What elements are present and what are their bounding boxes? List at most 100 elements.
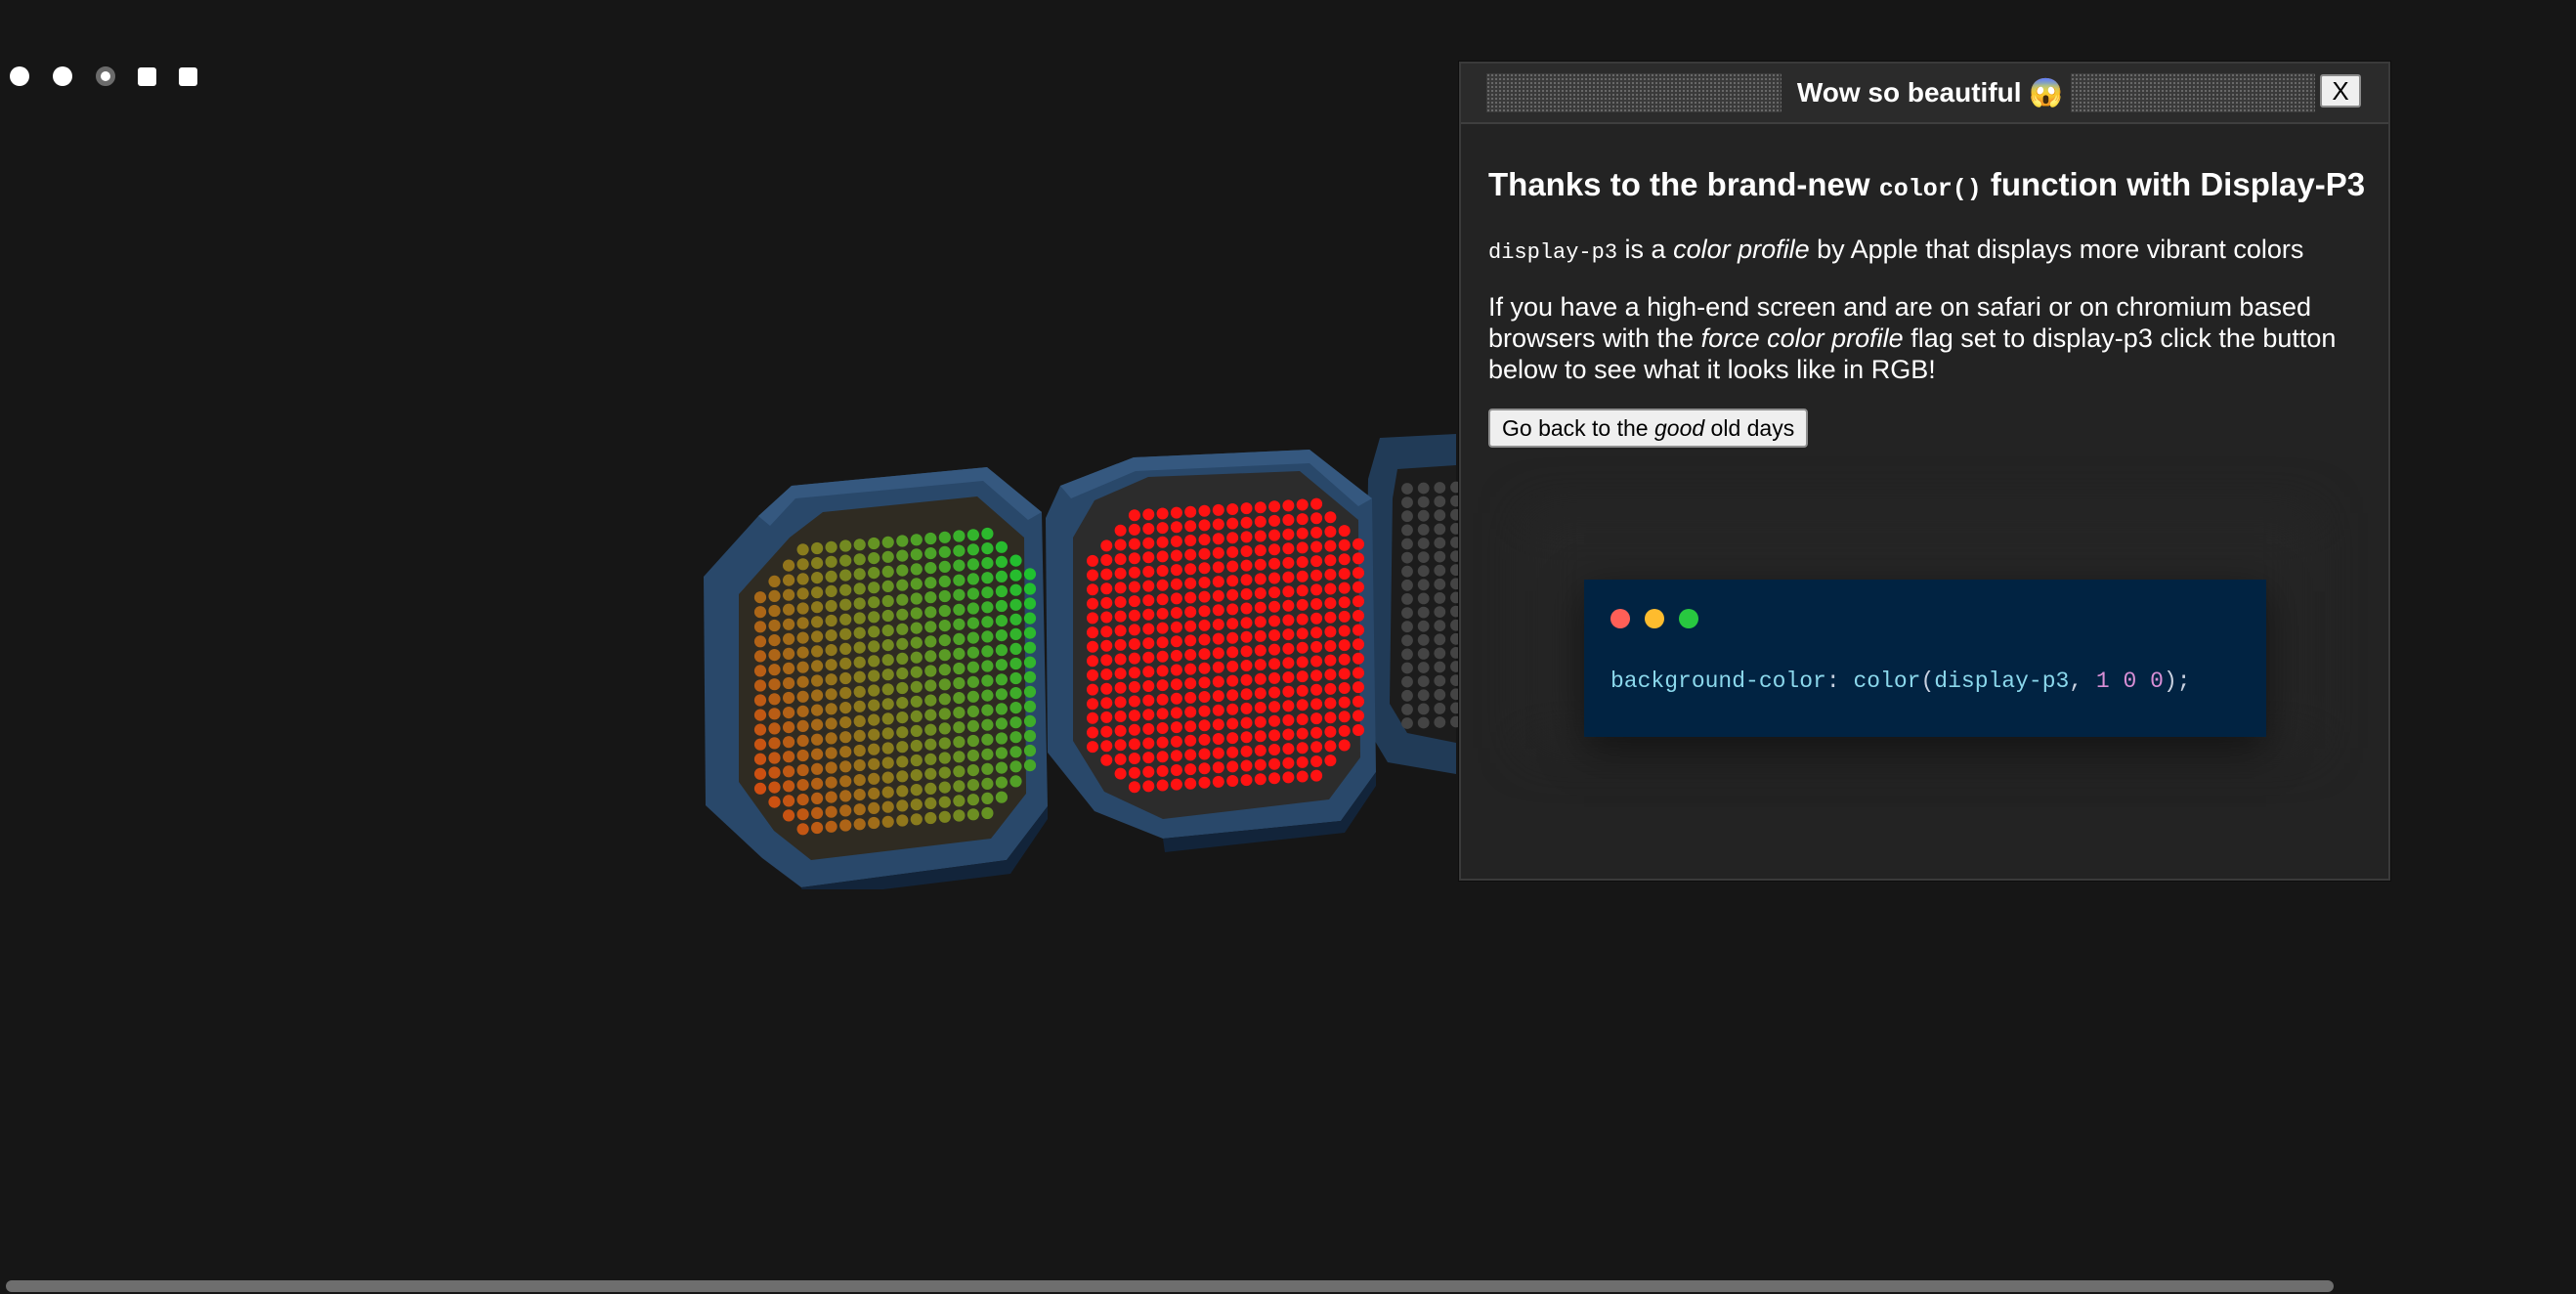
led-dot (1009, 775, 1022, 788)
led-dot (1087, 726, 1098, 739)
led-dot (1023, 656, 1037, 669)
led-dot (1401, 551, 1413, 564)
led-dot (768, 634, 781, 647)
checkbox-option-2[interactable] (179, 67, 197, 86)
led-dot (1434, 606, 1446, 618)
led-dot (1128, 738, 1140, 751)
led-dot (1184, 720, 1197, 733)
led-dot (881, 669, 894, 681)
led-dot (1128, 680, 1140, 693)
led-dot (1156, 779, 1169, 792)
led-dot (995, 717, 1008, 730)
led-dot (1310, 555, 1323, 568)
led-dot (1352, 724, 1364, 736)
led-dot (825, 659, 837, 671)
radio-option-3[interactable] (96, 66, 115, 86)
led-dot (966, 529, 979, 541)
led-dot (783, 647, 795, 660)
led-dot (1087, 569, 1098, 582)
led-dot (881, 639, 894, 652)
red-panel (1046, 450, 1376, 852)
led-dot (1128, 638, 1140, 650)
led-dot (938, 678, 951, 691)
led-dot (938, 752, 951, 764)
led-dot (995, 776, 1008, 789)
led-dot (1240, 745, 1253, 757)
led-dot (783, 707, 795, 719)
led-dot (853, 656, 866, 669)
drag-grip-right[interactable] (2071, 73, 2315, 112)
led-dot (1009, 657, 1022, 670)
led-dot (1352, 667, 1364, 679)
led-dot (796, 823, 809, 836)
led-dot (896, 623, 909, 635)
led-dot (881, 712, 894, 725)
dialog-titlebar[interactable]: Wow so beautiful 😱 X (1461, 64, 2388, 124)
led-dot (1338, 525, 1351, 538)
led-dot (1156, 550, 1169, 563)
radio-option-2[interactable] (53, 66, 72, 86)
radio-option-1[interactable] (10, 66, 29, 86)
led-dot (1156, 607, 1169, 620)
led-dot (1009, 583, 1022, 596)
led-dot (966, 779, 979, 792)
led-dot (1087, 683, 1098, 696)
led-dot (1142, 694, 1155, 707)
led-dot (783, 632, 795, 645)
dialog-title: Wow so beautiful 😱 (1796, 77, 2064, 108)
led-dot (896, 814, 909, 827)
close-button[interactable]: X (2320, 74, 2361, 108)
led-dot (1282, 743, 1295, 755)
led-dot (981, 777, 994, 790)
drag-grip-left[interactable] (1486, 73, 1782, 112)
led-dot (1100, 697, 1113, 710)
good-old-days-button[interactable]: Go back to the good old days (1488, 409, 1809, 448)
led-dot (753, 621, 767, 633)
led-dot (938, 560, 951, 573)
checkbox-option-1[interactable] (138, 67, 156, 86)
led-dot (811, 616, 824, 628)
led-dot (1114, 711, 1127, 722)
led-dot (1170, 564, 1182, 577)
led-dot (1417, 551, 1430, 563)
led-dot (1184, 563, 1197, 576)
led-dot (995, 688, 1008, 701)
led-dot (881, 654, 894, 667)
led-dot (910, 798, 923, 811)
led-dot (1009, 687, 1022, 700)
led-dot (825, 584, 837, 597)
profile-emphasis: color profile (1673, 235, 1810, 264)
led-dot (868, 743, 880, 755)
led-dot (868, 582, 880, 594)
led-dot (924, 679, 937, 692)
led-dot (881, 536, 894, 548)
led-dot (1128, 695, 1140, 708)
led-dot (995, 629, 1008, 642)
led-dot (1254, 744, 1267, 756)
led-dot (1198, 691, 1211, 703)
led-dot (881, 683, 894, 696)
led-dot (881, 800, 894, 813)
led-dot (796, 719, 809, 732)
led-dot (811, 821, 824, 835)
led-dot (825, 629, 837, 642)
led-dot (1296, 598, 1309, 611)
led-dot (1184, 649, 1197, 661)
led-dot (1324, 582, 1337, 595)
led-dot (811, 674, 824, 687)
led-dot (1156, 708, 1169, 720)
led-dot (1114, 638, 1127, 651)
led-dot (796, 808, 809, 821)
horizontal-scrollbar[interactable] (6, 1280, 2334, 1292)
led-dot (995, 540, 1008, 553)
led-dot (910, 695, 923, 708)
led-dot (839, 554, 852, 567)
led-dot (1100, 711, 1113, 723)
led-dot (1212, 561, 1224, 574)
led-dot (1254, 672, 1267, 685)
led-dot (966, 719, 979, 732)
led-dot (1240, 502, 1253, 515)
led-dot (1401, 593, 1413, 605)
led-dot (938, 693, 951, 706)
led-dot (811, 689, 824, 702)
